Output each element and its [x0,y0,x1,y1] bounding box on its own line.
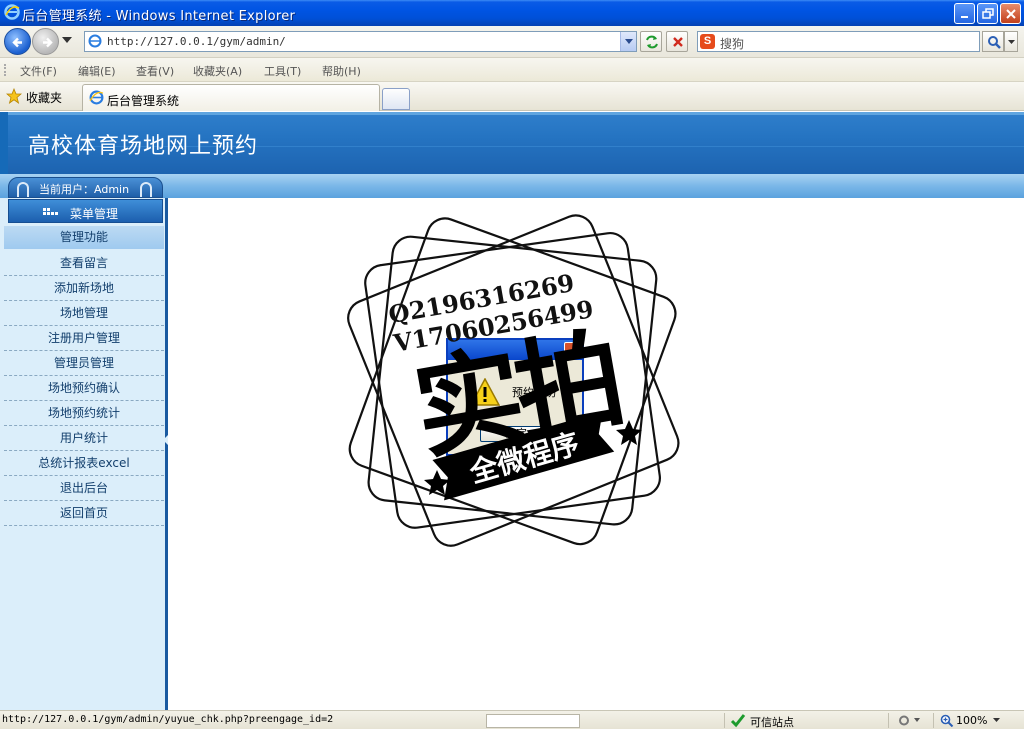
search-button[interactable] [982,31,1004,52]
back-arrow-icon [12,37,22,48]
browser-tab[interactable]: 后台管理系统 [82,84,380,111]
sidebar-collapse-handle[interactable] [163,435,168,445]
url-input[interactable]: http://127.0.0.1/gym/admin/ [84,31,637,52]
address-toolbar: http://127.0.0.1/gym/admin/ S 搜狗 [0,26,1024,58]
menu-help[interactable]: 帮助(H) [322,63,361,79]
menu-view[interactable]: 查看(V) [136,63,174,79]
menu-header: 菜单管理 [8,199,163,223]
sidebar-item-user-stats[interactable]: 用户统计 [4,426,164,451]
url-dropdown-button[interactable] [620,32,636,51]
window-title: 后台管理系统 - Windows Internet Explorer [22,9,296,24]
status-separator [888,713,889,728]
stop-button[interactable] [666,31,688,52]
sidebar-item-logout[interactable]: 退出后台 [4,476,164,501]
favorites-button[interactable]: 收藏夹 [26,89,62,106]
new-tab-button[interactable] [382,88,410,110]
status-url: http://127.0.0.1/gym/admin/yuyue_chk.php… [2,714,334,725]
minimize-button[interactable] [954,3,975,24]
status-progress-segment [486,714,580,728]
current-user-badge: 当前用户：Admin [8,177,163,198]
minimize-icon [961,16,968,18]
ie-logo-icon [4,4,20,20]
sidebar-item-home[interactable]: 返回首页 [4,501,164,526]
ring-decoration [140,182,152,197]
back-button[interactable] [4,28,31,55]
sidebar-item-add-venue[interactable]: 添加新场地 [4,276,164,301]
sidebar-item-booking-confirm[interactable]: 场地预约确认 [4,376,164,401]
sidebar-item-excel-report[interactable]: 总统计报表excel [4,451,164,476]
tab-label: 后台管理系统 [107,94,180,108]
close-icon [1006,9,1016,19]
menu-tools[interactable]: 工具(T) [264,63,301,79]
favorites-bar: 收藏夹 后台管理系统 [0,82,1024,111]
toolbar-grip[interactable] [4,64,7,76]
zoom-icon[interactable] [940,714,954,727]
search-input[interactable]: S 搜狗 [697,31,980,52]
chevron-down-icon[interactable] [993,718,1000,722]
menu-grid-icon [43,208,58,215]
status-separator [933,713,934,728]
menu-favorites[interactable]: 收藏夹(A) [193,63,242,79]
status-separator [724,713,725,728]
security-zone[interactable]: 可信站点 [750,714,794,730]
sidebar-item-admin-management[interactable]: 管理员管理 [4,351,164,376]
current-user-label: 当前用户：Admin [39,183,130,196]
menu-bar: 文件(F) 编辑(E) 查看(V) 收藏夹(A) 工具(T) 帮助(H) [0,58,1024,82]
refresh-icon [646,35,658,49]
close-button[interactable] [1000,3,1021,24]
window-title-bar[interactable]: 后台管理系统 - Windows Internet Explorer [0,0,1024,26]
stop-icon [673,37,683,47]
url-text: http://127.0.0.1/gym/admin/ [107,35,286,48]
history-dropdown-icon[interactable] [62,37,72,43]
menu-edit[interactable]: 编辑(E) [78,63,116,79]
sidebar-item-booking-stats[interactable]: 场地预约统计 [4,401,164,426]
refresh-button[interactable] [640,31,662,52]
favorites-star-icon[interactable] [6,88,22,104]
banner-left-edge [0,112,8,174]
forward-button[interactable] [32,28,59,55]
checkmark-icon [730,714,746,728]
sidebar-item-view-messages[interactable]: 查看留言 [4,251,164,276]
forward-arrow-icon [43,37,53,48]
banner-highlight [0,112,1024,115]
ring-decoration [17,182,29,197]
status-bar: http://127.0.0.1/gym/admin/yuyue_chk.php… [0,710,1024,729]
search-placeholder: 搜狗 [720,37,745,51]
site-title: 高校体育场地网上预约 [28,134,259,159]
sidebar: 菜单管理 管理功能 查看留言 添加新场地 场地管理 注册用户管理 管理员管理 场… [0,198,168,710]
chevron-down-icon [625,39,633,44]
watermark-stamp: Q2196316269 V17060256499 实拍 全微程序 [347,214,680,547]
ie-page-icon [89,90,104,105]
restore-button[interactable] [977,3,998,24]
protected-mode-icon[interactable] [898,714,924,727]
menu-header-label: 菜单管理 [70,207,119,221]
page-icon [88,34,102,48]
sogou-logo-icon: S [700,34,715,49]
menu-file[interactable]: 文件(F) [20,63,57,79]
search-options-button[interactable] [1004,31,1018,52]
sidebar-item-venue-management[interactable]: 场地管理 [4,301,164,326]
sidebar-item-user-management[interactable]: 注册用户管理 [4,326,164,351]
restore-icon [982,8,994,19]
zoom-level[interactable]: 100% [956,714,987,727]
chevron-down-icon [1008,40,1015,44]
menu-category: 管理功能 [4,226,164,249]
search-icon [988,36,1001,49]
site-banner: 高校体育场地网上预约 [0,112,1024,174]
